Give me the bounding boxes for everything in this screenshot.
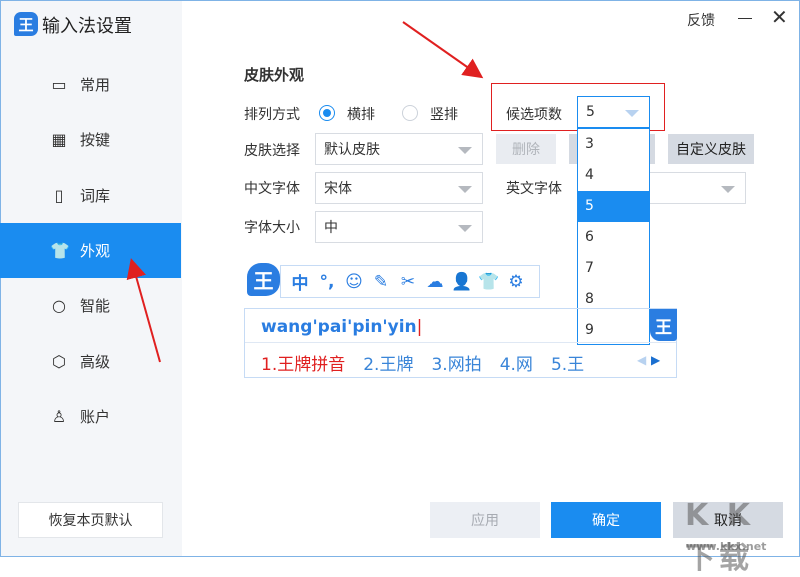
annotation-arrows (126, 21, 484, 363)
annotation-arrow-top (402, 21, 484, 79)
annotation-arrow-sidebar (126, 258, 161, 363)
